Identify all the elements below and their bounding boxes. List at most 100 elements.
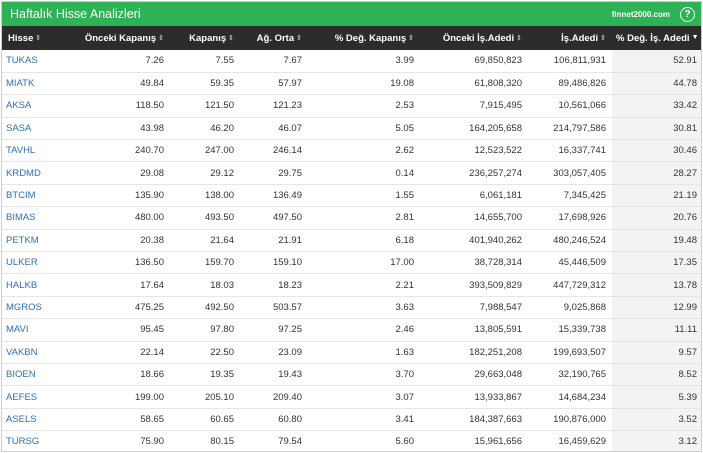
help-icon[interactable]: ?	[680, 6, 695, 22]
table-cell: 15,339,738	[558, 324, 606, 336]
table-row[interactable]: BIMAS 480.00 493.50 497.50 2.81 14,655,700 17,…	[2, 206, 701, 230]
table-body: TUKAS 7.26 7.55 7.67 3.99 69,850,823 106,811,9…	[2, 50, 701, 451]
table-cell: 2.46	[395, 324, 415, 336]
table-cell: 18.23	[278, 279, 302, 291]
column-header[interactable]: Kapanış ⇕	[170, 26, 240, 50]
ticker-link[interactable]: BIMAS	[2, 207, 74, 229]
widget-header: Haftalık Hisse Analizleri finnet2000.com…	[2, 2, 701, 26]
table-row[interactable]: KRDMD 29.08 29.12 29.75 0.14 236,257,274 303,0…	[2, 161, 701, 185]
table-cell: 23.09	[278, 346, 302, 358]
column-header[interactable]: İş.Adedi ⇕	[528, 26, 612, 50]
table-cell: 43.98	[140, 122, 164, 134]
table-cell: 13,805,591	[474, 324, 522, 336]
column-header[interactable]: Önceki Kapanış ⇕	[74, 26, 170, 50]
table-cell: 21.64	[210, 234, 234, 246]
sort-icon[interactable]: ⇕	[228, 34, 234, 42]
table-cell: 69,850,823	[474, 55, 522, 67]
ticker-link[interactable]: VAKBN	[2, 341, 74, 363]
table-cell: 59.35	[210, 78, 234, 90]
ticker-link[interactable]: BIOEN	[2, 363, 74, 385]
sort-desc-icon[interactable]: ▼	[692, 34, 699, 41]
table-cell: 9.57	[612, 341, 701, 364]
table-row[interactable]: TUKAS 7.26 7.55 7.67 3.99 69,850,823 106,811,9…	[2, 50, 701, 73]
table-row[interactable]: ASELS 58.65 60.65 60.80 3.41 184,387,663 190,8…	[2, 408, 701, 431]
table-cell: 7,915,495	[479, 100, 522, 112]
table-cell: 18.03	[210, 279, 234, 291]
table-cell: 303,057,405	[553, 167, 606, 179]
table-cell: 1.55	[395, 190, 415, 202]
table-cell: 5.39	[612, 385, 701, 409]
table-row[interactable]: MGROS 475.25 492.50 503.57 3.63 7,988,547 9,02…	[2, 296, 701, 319]
table-row[interactable]: MAVI 95.45 97.80 97.25 2.46 13,805,591 15,339,…	[2, 318, 701, 342]
ticker-link[interactable]: AKSA	[2, 95, 74, 117]
table-row[interactable]: MIATK 49.84 59.35 57.97 19.08 61,808,320 89,48…	[2, 72, 701, 95]
table-cell: 6.18	[395, 234, 415, 246]
sort-icon[interactable]: ⇕	[600, 34, 606, 42]
ticker-link[interactable]: SASA	[2, 117, 74, 139]
table-cell: 3.41	[395, 413, 415, 425]
column-header[interactable]: % Değ. İş. Adedi ▼	[612, 26, 701, 50]
table-cell: 492.50	[204, 301, 234, 313]
table-cell: 214,797,586	[553, 122, 606, 134]
column-header[interactable]: % Değ. Kapanış ⇕	[308, 26, 420, 50]
table-row[interactable]: AEFES 199.00 205.10 209.40 3.07 13,933,867 14,…	[2, 385, 701, 409]
sort-icon[interactable]: ⇕	[296, 34, 302, 42]
table-cell: 20.76	[612, 206, 701, 230]
table-cell: 60.65	[210, 413, 234, 425]
column-header[interactable]: Önceki İş.Adedi ⇕	[420, 26, 528, 50]
table-row[interactable]: AKSA 118.50 121.50 121.23 2.53 7,915,495 10,56…	[2, 94, 701, 118]
sort-icon[interactable]: ⇕	[516, 34, 522, 42]
table-cell: 6,061,181	[479, 190, 522, 202]
sort-icon[interactable]: ⇕	[408, 34, 414, 42]
ticker-link[interactable]: PETKM	[2, 229, 74, 251]
table-row[interactable]: PETKM 20.38 21.64 21.91 6.18 401,940,262 480,2…	[2, 229, 701, 252]
table-cell: 0.14	[395, 167, 415, 179]
table-cell: 46.07	[278, 122, 302, 134]
table-cell: 164,205,658	[469, 122, 522, 134]
table-row[interactable]: BIOEN 18.66 19.35 19.43 3.70 29,663,048 32,190…	[2, 363, 701, 386]
table-row[interactable]: VAKBN 22.14 22.50 23.09 1.63 182,251,208 199,6…	[2, 341, 701, 364]
sort-icon[interactable]: ⇕	[35, 34, 41, 42]
table-cell: 135.90	[134, 190, 164, 202]
table-cell: 19.35	[210, 369, 234, 381]
table-cell: 503.57	[272, 301, 302, 313]
ticker-link[interactable]: ULKER	[2, 252, 74, 274]
column-header-label: İş.Adedi	[561, 32, 599, 44]
table-cell: 199.00	[134, 391, 164, 403]
table-cell: 46.20	[210, 122, 234, 134]
table-row[interactable]: SASA 43.98 46.20 46.07 5.05 164,205,658 214,79…	[2, 117, 701, 140]
ticker-link[interactable]: MGROS	[2, 296, 74, 318]
table-row[interactable]: TURSG 75.90 80.15 79.54 5.60 15,961,656 16,459…	[2, 430, 701, 451]
table-cell: 106,811,931	[553, 55, 606, 67]
table-cell: 14,655,700	[474, 212, 522, 224]
ticker-link[interactable]: HALKB	[2, 274, 74, 296]
ticker-link[interactable]: AEFES	[2, 386, 74, 408]
column-header-label: % Değ. Kapanış	[334, 32, 407, 44]
table-cell: 58.65	[140, 413, 164, 425]
table-cell: 182,251,208	[469, 346, 522, 358]
ticker-link[interactable]: MAVI	[2, 319, 74, 341]
table-cell: 30.81	[612, 117, 701, 140]
ticker-link[interactable]: TURSG	[2, 431, 74, 451]
table-cell: 2.21	[395, 279, 415, 291]
ticker-link[interactable]: BTCIM	[2, 184, 74, 206]
table-row[interactable]: TAVHL 240.70 247.00 246.14 2.62 12,523,522 16,…	[2, 139, 701, 162]
table-row[interactable]: ULKER 136.50 159.70 159.10 17.00 38,728,314 45…	[2, 251, 701, 274]
column-header[interactable]: Hisse ⇕	[2, 26, 74, 50]
table-cell: 493.50	[204, 212, 234, 224]
ticker-link[interactable]: ASELS	[2, 408, 74, 430]
ticker-link[interactable]: KRDMD	[2, 162, 74, 184]
table-row[interactable]: BTCIM 135.90 138.00 136.49 1.55 6,061,181 7,34…	[2, 184, 701, 207]
table-cell: 5.05	[395, 122, 415, 134]
column-header-label: Ağ. Orta	[256, 32, 295, 44]
table-row[interactable]: HALKB 17.64 18.03 18.23 2.21 393,509,829 447,7…	[2, 273, 701, 297]
ticker-link[interactable]: TUKAS	[2, 50, 74, 72]
column-header[interactable]: Ağ. Orta ⇕	[240, 26, 308, 50]
ticker-link[interactable]: MIATK	[2, 72, 74, 94]
sort-icon[interactable]: ⇕	[158, 34, 164, 42]
table-cell: 44.78	[612, 72, 701, 95]
table-cell: 159.10	[272, 257, 302, 269]
table-cell: 2.62	[395, 145, 415, 157]
table-cell: 121.23	[272, 100, 302, 112]
ticker-link[interactable]: TAVHL	[2, 140, 74, 162]
